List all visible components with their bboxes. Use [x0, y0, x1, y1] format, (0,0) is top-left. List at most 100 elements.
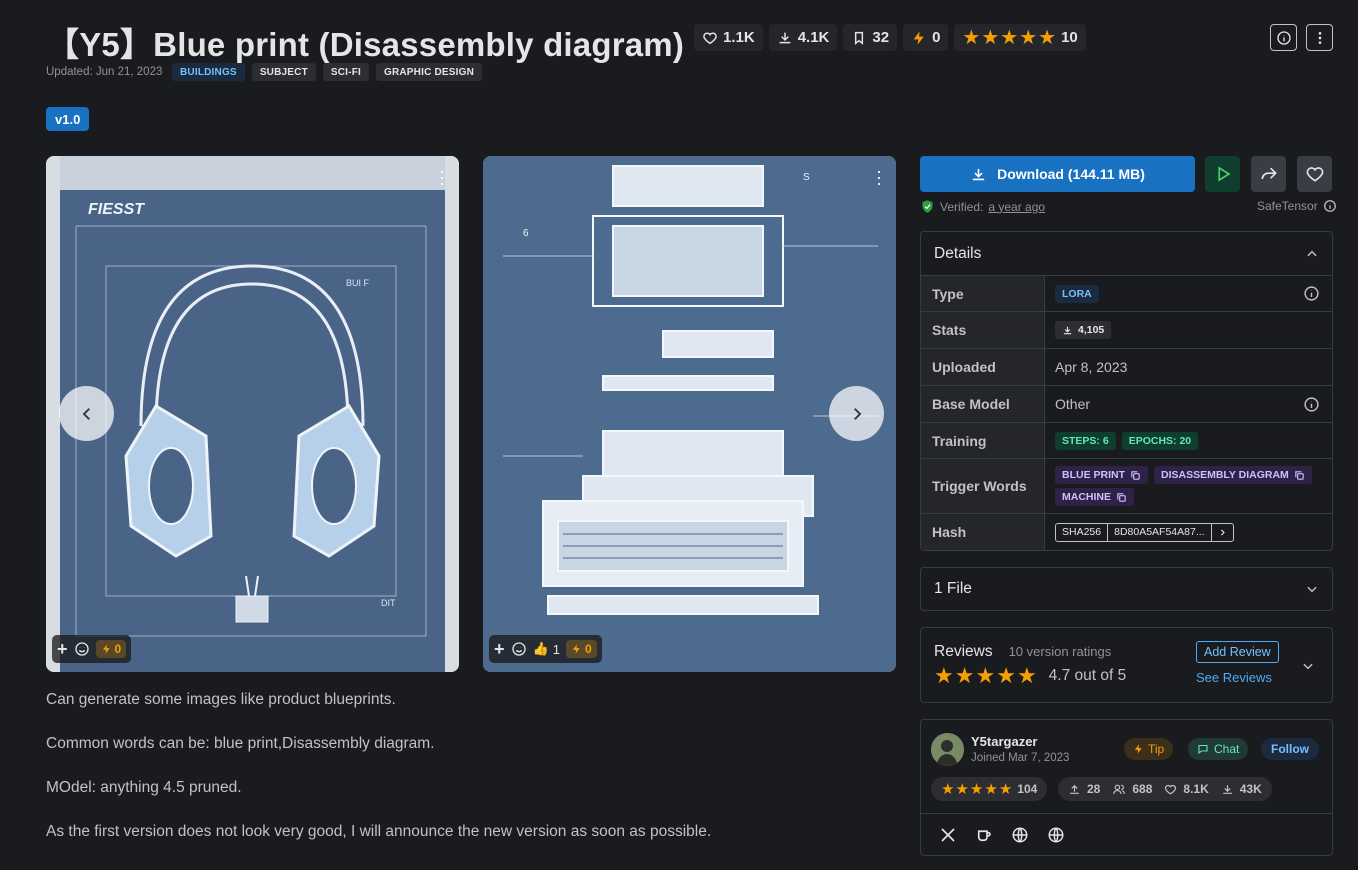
hash-next-button[interactable]: [1210, 523, 1233, 541]
bookmarks-count: 32: [872, 29, 890, 46]
favorite-button[interactable]: [1297, 156, 1332, 192]
info-button[interactable]: [1270, 24, 1297, 51]
creator-likes-count: 8.1K: [1183, 782, 1209, 796]
trigger-word: MACHINE: [1062, 491, 1111, 503]
files-accordion[interactable]: 1 File: [920, 567, 1333, 611]
version-button[interactable]: v1.0: [46, 107, 90, 131]
smiley-icon[interactable]: [511, 641, 527, 657]
tag-sci-fi[interactable]: SCI-FI: [322, 63, 369, 81]
globe-icon[interactable]: [1047, 826, 1065, 844]
follow-button[interactable]: Follow: [1261, 738, 1319, 760]
info-icon[interactable]: [1323, 199, 1337, 213]
details-row-hash: Hash SHA256 8D80A5AF54A87...: [921, 514, 1332, 550]
image-menu-button[interactable]: · · ·: [876, 162, 882, 192]
creator-downloads-count: 43K: [1239, 782, 1262, 796]
smiley-icon[interactable]: [74, 641, 90, 657]
play-icon: [1217, 166, 1231, 182]
chevron-down-icon[interactable]: [1301, 659, 1315, 673]
creator-name[interactable]: Y5targazer: [971, 734, 1037, 749]
art-text: FIESST: [88, 201, 145, 218]
star-icon: ★: [941, 780, 955, 798]
see-reviews-link[interactable]: See Reviews: [1196, 670, 1272, 685]
trigger-word-chip[interactable]: MACHINE: [1055, 488, 1134, 506]
details-header[interactable]: Details: [921, 232, 1332, 276]
downloads-stat: 4,105: [1078, 324, 1105, 336]
buzz-reaction[interactable]: 0: [95, 640, 127, 658]
info-icon: [1276, 30, 1291, 45]
description-paragraph: Can generate some images like product bl…: [46, 691, 396, 708]
trigger-word-chip[interactable]: BLUE PRINT: [1055, 466, 1148, 484]
heart-icon: [1165, 784, 1177, 795]
row-label: Uploaded: [921, 349, 1045, 385]
bolt-icon: [102, 644, 110, 654]
chat-label: Chat: [1214, 742, 1240, 756]
tag-subject[interactable]: SUBJECT: [251, 63, 316, 81]
x-twitter-icon[interactable]: [939, 826, 957, 844]
hash-display[interactable]: SHA256 8D80A5AF54A87...: [1055, 522, 1234, 542]
more-options-button[interactable]: [1306, 24, 1333, 51]
rating-badge[interactable]: ★ ★ ★ ★ ★ 10: [954, 24, 1086, 51]
verified-time-link[interactable]: a year ago: [988, 200, 1045, 214]
details-row-type: Type LORA: [921, 276, 1332, 312]
chevron-up-icon: [1307, 250, 1317, 256]
verified-status: Verified: a year ago: [920, 199, 1045, 214]
reviews-panel: Reviews 10 version ratings ★ ★ ★ ★ ★ 4.7…: [920, 627, 1333, 703]
bolt-icon: [572, 644, 580, 654]
tag-buildings[interactable]: BUILDINGS: [172, 63, 245, 81]
buzz-badge[interactable]: 0: [903, 24, 949, 51]
image-menu-button[interactable]: · · ·: [439, 162, 445, 192]
trigger-word-chip[interactable]: DISASSEMBLY DIAGRAM: [1154, 466, 1312, 484]
thumbs-up-reaction[interactable]: 👍 1: [533, 641, 560, 657]
page-title: 【Y5】Blue print (Disassembly diagram): [46, 26, 685, 63]
creator-stars: ★ ★ ★ ★ ★: [941, 782, 1012, 797]
copy-icon: [1295, 470, 1304, 480]
downloads-count: 4.1K: [797, 29, 830, 46]
carousel-prev-button[interactable]: [59, 386, 114, 441]
reviews-score: 4.7 out of 5: [1048, 667, 1127, 684]
likes-badge[interactable]: 1.1K: [694, 24, 763, 51]
reviews-title: Reviews: [934, 643, 993, 660]
star-icon: ★: [962, 26, 981, 49]
coffee-cup-icon[interactable]: [975, 826, 993, 844]
add-reaction-button[interactable]: +: [57, 639, 68, 660]
buzz-count: 0: [932, 29, 941, 46]
chat-button[interactable]: Chat: [1188, 738, 1249, 760]
bookmarks-badge[interactable]: 32: [843, 24, 898, 51]
safetensor-label: SafeTensor: [1257, 199, 1318, 213]
tag-graphic-design[interactable]: GRAPHIC DESIGN: [375, 63, 483, 81]
star-icon: ★: [954, 663, 975, 688]
star-icon: ★: [955, 780, 969, 798]
download-button[interactable]: Download (144.11 MB): [920, 156, 1195, 192]
carousel-next-button[interactable]: [829, 386, 884, 441]
updated-date: Updated: Jun 21, 2023: [46, 66, 163, 78]
art-text: 6: [523, 228, 529, 239]
row-value: STEPS: 6 EPOCHS: 20: [1045, 423, 1332, 458]
tip-button[interactable]: Tip: [1124, 738, 1174, 760]
add-review-button[interactable]: Add Review: [1196, 641, 1279, 663]
globe-icon[interactable]: [1011, 826, 1029, 844]
bolt-icon: [1134, 744, 1142, 754]
creator-joined: Joined Mar 7, 2023: [971, 752, 1070, 764]
chat-icon: [1198, 744, 1208, 755]
downloads-stat-badge: 4,105: [1055, 321, 1112, 339]
downloads-badge[interactable]: 4.1K: [768, 24, 838, 51]
star-icon: ★: [969, 780, 984, 798]
info-icon[interactable]: [1303, 396, 1320, 413]
model-description: Can generate some images like product bl…: [46, 691, 711, 867]
details-row-uploaded: Uploaded Apr 8, 2023: [921, 349, 1332, 386]
run-button[interactable]: [1205, 156, 1240, 192]
row-label: Stats: [921, 312, 1045, 348]
share-button[interactable]: [1251, 156, 1286, 192]
details-row-stats: Stats 4,105: [921, 312, 1332, 349]
info-icon[interactable]: [1303, 285, 1320, 302]
star-icon: ★: [1016, 663, 1037, 688]
buzz-reaction[interactable]: 0: [565, 640, 597, 658]
row-label: Type: [921, 276, 1045, 311]
add-reaction-button[interactable]: +: [494, 639, 505, 660]
creator-rating: ★ ★ ★ ★ ★ 104: [931, 777, 1048, 801]
copy-icon: [1117, 492, 1126, 502]
art-text: S: [803, 172, 810, 183]
avatar[interactable]: [931, 733, 964, 766]
reaction-bar: + 0: [52, 635, 132, 663]
row-value: SHA256 8D80A5AF54A87...: [1045, 514, 1332, 550]
